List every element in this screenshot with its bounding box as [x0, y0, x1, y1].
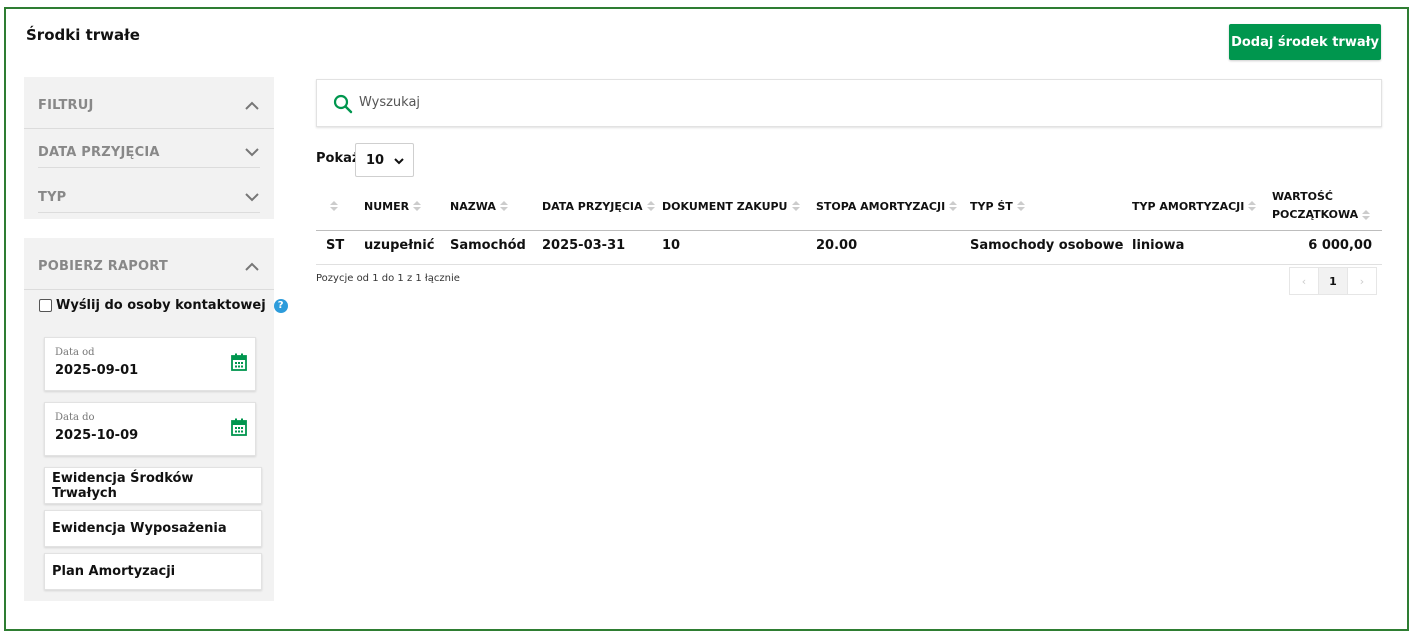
column-header-label: TYP ŚT: [970, 199, 1013, 213]
cell-number: uzupełnić: [364, 238, 435, 253]
date-from-value: 2025-09-01: [55, 363, 139, 378]
date-to-field[interactable]: Data do 2025-10-09: [44, 402, 256, 456]
date-from-label: Data od: [55, 347, 95, 358]
send-to-contact-label: Wyślij do osoby kontaktowej: [56, 298, 266, 313]
column-header-depreciation-type[interactable]: TYP AMORTYZACJI: [1132, 182, 1257, 230]
cell-name: Samochód: [450, 238, 526, 253]
sort-icon: [1248, 201, 1257, 211]
sort-icon: [791, 201, 800, 211]
cell-document: 10: [662, 238, 681, 253]
sort-icon: [1016, 201, 1025, 211]
help-icon[interactable]: ?: [273, 298, 288, 313]
column-header-label: NUMER: [364, 199, 410, 213]
filter-section-date[interactable]: DATA PRZYJĘCIA: [38, 142, 260, 162]
report-divider: [24, 289, 274, 290]
report-fixed-assets-button[interactable]: Ewidencja Środków Trwałych: [44, 467, 262, 504]
date-to-value: 2025-10-09: [55, 428, 139, 443]
cell-index: ST: [326, 238, 345, 253]
report-equipment-button[interactable]: Ewidencja Wyposażenia: [44, 510, 262, 547]
column-header-type[interactable]: TYP ŚT: [970, 182, 1025, 230]
report-header-label: POBIERZ RAPORT: [38, 258, 168, 274]
send-to-contact-checkbox[interactable]: [39, 299, 52, 312]
column-header-name[interactable]: NAZWA: [450, 182, 508, 230]
cell-initial-value: 6 000,00: [1308, 238, 1372, 253]
page-button-current[interactable]: 1: [1318, 267, 1348, 295]
page-size-select[interactable]: 10: [355, 143, 414, 177]
sort-icon: [646, 201, 655, 211]
filter-section-type-label: TYP: [38, 189, 67, 205]
sort-icon: [330, 201, 338, 211]
cell-rate: 20.00: [816, 238, 858, 253]
page-size-value: 10: [366, 152, 385, 168]
send-to-contact-row: Wyślij do osoby kontaktowej ?: [39, 298, 288, 313]
filter-divider: [24, 128, 274, 129]
column-header-label: DOKUMENT ZAKUPU: [662, 199, 788, 213]
table-row-divider: [316, 264, 1382, 265]
sort-icon: [949, 201, 958, 211]
next-page-button[interactable]: ›: [1347, 267, 1377, 295]
search-bar[interactable]: Wyszukaj: [316, 79, 1382, 127]
chevron-down-icon: [394, 158, 404, 165]
pagination-info: Pozycje od 1 do 1 z 1 łącznie: [316, 273, 460, 284]
cell-date: 2025-03-31: [542, 238, 626, 253]
filter-section-date-label: DATA PRZYJĘCIA: [38, 144, 160, 160]
filter-divider: [38, 167, 260, 168]
chevron-up-icon: [244, 258, 260, 274]
filter-section-type[interactable]: TYP: [38, 187, 260, 207]
cell-type: Samochody osobowe: [970, 238, 1124, 253]
add-fixed-asset-button[interactable]: Dodaj środek trwały: [1229, 24, 1381, 60]
chevron-down-icon: [244, 189, 260, 205]
column-header-label: WARTOŚĆ: [1272, 190, 1333, 203]
column-header-number[interactable]: NUMER: [364, 182, 422, 230]
cell-depreciation-type: liniowa: [1132, 238, 1185, 253]
column-header-document[interactable]: DOKUMENT ZAKUPU: [662, 182, 800, 230]
column-header-index[interactable]: [330, 182, 338, 230]
sort-icon: [499, 201, 508, 211]
pagination: ‹ 1 ›: [1289, 267, 1377, 295]
chevron-down-icon: [244, 144, 260, 160]
column-header-label: TYP AMORTYZACJI: [1132, 199, 1245, 213]
filter-divider: [38, 212, 260, 213]
page-size-label: Pokaż: [316, 151, 360, 166]
chevron-up-icon: [244, 97, 260, 113]
report-header[interactable]: POBIERZ RAPORT: [38, 256, 260, 276]
date-from-field[interactable]: Data od 2025-09-01: [44, 337, 256, 391]
filter-header-label: FILTRUJ: [38, 97, 94, 113]
column-header-rate[interactable]: STOPA AMORTYZACJI: [816, 182, 958, 230]
prev-page-button[interactable]: ‹: [1289, 267, 1319, 295]
column-header-label: DATA PRZYJĘCIA: [542, 199, 643, 213]
column-header-date[interactable]: DATA PRZYJĘCIA: [542, 182, 655, 230]
column-header-label: NAZWA: [450, 199, 496, 213]
search-icon: [333, 94, 353, 114]
sort-icon: [413, 201, 422, 211]
search-input[interactable]: Wyszukaj: [359, 95, 420, 110]
calendar-icon[interactable]: [231, 353, 247, 371]
sort-icon: [1362, 210, 1371, 220]
column-header-label: STOPA AMORTYZACJI: [816, 199, 946, 213]
column-header-initial-value[interactable]: WARTOŚĆ POCZĄTKOWA: [1272, 182, 1371, 230]
table-header-divider: [316, 230, 1382, 231]
report-depreciation-plan-button[interactable]: Plan Amortyzacji: [44, 553, 262, 590]
calendar-icon[interactable]: [231, 418, 247, 436]
column-header-label: POCZĄTKOWA: [1272, 208, 1359, 221]
filter-header[interactable]: FILTRUJ: [38, 95, 260, 115]
filter-panel: FILTRUJ DATA PRZYJĘCIA TYP: [24, 77, 274, 219]
page-title: Środki trwałe: [26, 26, 140, 44]
date-to-label: Data do: [55, 412, 95, 423]
